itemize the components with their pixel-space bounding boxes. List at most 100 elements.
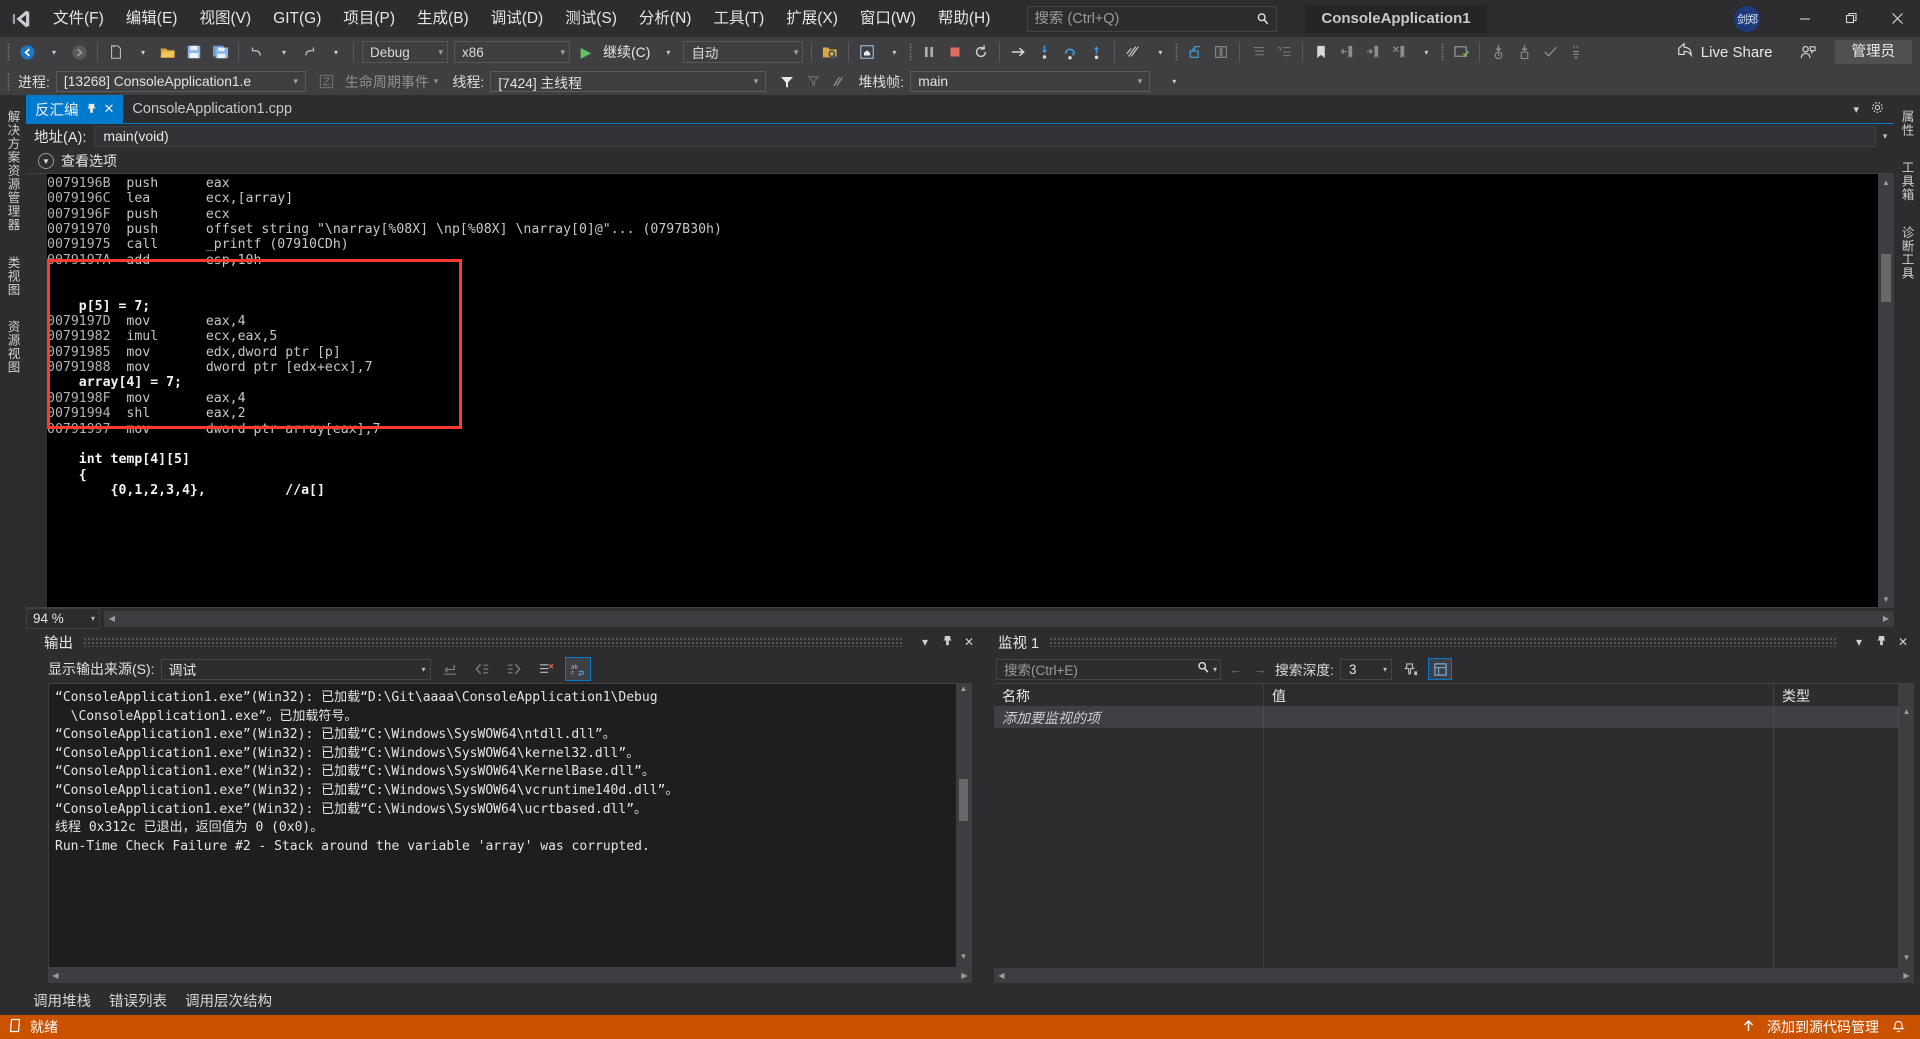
chevron-down-icon[interactable]: ▾ <box>1210 665 1217 674</box>
redo-dropdown[interactable]: ▾ <box>322 40 348 64</box>
scrollbar-thumb[interactable] <box>1881 254 1891 302</box>
find-in-files-icon[interactable] <box>817 40 843 64</box>
watch-horizontal-scrollbar[interactable]: ◀ ▶ <box>994 968 1914 983</box>
close-icon[interactable]: ✕ <box>958 635 980 649</box>
watch-type-cell[interactable] <box>1774 707 1899 728</box>
live-share-button[interactable]: Live Share <box>1666 42 1783 62</box>
scroll-left-icon[interactable]: ◀ <box>104 614 120 623</box>
panel-menu-chevron-icon[interactable]: ▾ <box>914 635 936 649</box>
scroll-right-icon[interactable]: ▶ <box>957 971 972 980</box>
clear-bookmarks-icon[interactable] <box>1386 40 1412 64</box>
solution-platform-combo[interactable]: x86 ▾ <box>454 41 570 63</box>
continue-button[interactable]: 继续(C) <box>599 42 654 62</box>
navigate-back-icon[interactable] <box>14 40 40 64</box>
menu-view[interactable]: 视图(V) <box>188 0 262 37</box>
continue-dropdown[interactable]: ▾ <box>654 40 680 64</box>
scroll-down-icon[interactable]: ▼ <box>1882 591 1890 607</box>
clear-all-icon[interactable] <box>533 657 559 681</box>
debugbar-grip[interactable] <box>4 71 14 93</box>
watch-vertical-scrollbar[interactable]: ▲ ▼ <box>1899 707 1914 968</box>
lifecycle-events-icon[interactable] <box>314 70 340 94</box>
scroll-up-icon[interactable]: ▲ <box>1882 174 1890 190</box>
rail-solution-explorer[interactable]: 解决方案资源管理器 <box>4 105 23 237</box>
navigate-back-dropdown[interactable]: ▾ <box>40 40 66 64</box>
pin-icon[interactable] <box>1870 635 1892 650</box>
watch-search-box[interactable]: 搜索(Ctrl+E) ▾ <box>996 658 1221 680</box>
continue-play-icon[interactable]: ▶ <box>573 40 599 64</box>
scrollbar-thumb[interactable] <box>959 779 968 821</box>
toolbar-grip-3[interactable] <box>1172 41 1182 63</box>
next-bookmark-icon[interactable] <box>1360 40 1386 64</box>
global-search-box[interactable] <box>1027 5 1278 32</box>
minimize-button[interactable] <box>1782 0 1828 37</box>
menu-debug[interactable]: 调试(D) <box>480 0 555 37</box>
new-file-dropdown[interactable]: ▾ <box>129 40 155 64</box>
tab-settings-gear-icon[interactable] <box>1871 101 1884 117</box>
scroll-down-icon[interactable]: ▼ <box>960 952 968 967</box>
word-wrap-icon[interactable]: ab c <box>564 657 591 681</box>
new-file-icon[interactable] <box>103 40 129 64</box>
search-input[interactable] <box>1034 10 1257 27</box>
bookmark-dropdown[interactable]: ▾ <box>1412 40 1438 64</box>
compare-files-icon[interactable] <box>1208 40 1234 64</box>
nav-back-icon[interactable]: ← <box>1227 661 1245 677</box>
step-into-icon[interactable] <box>1031 40 1057 64</box>
menu-git[interactable]: GIT(G) <box>262 0 332 37</box>
diagnostics-dropdown[interactable]: ▾ <box>1146 40 1172 64</box>
close-icon[interactable]: ✕ <box>104 101 115 117</box>
menu-window[interactable]: 窗口(W) <box>849 0 927 37</box>
manage-breakpoints-icon[interactable] <box>1448 40 1474 64</box>
scroll-down-icon[interactable]: ▼ <box>1903 953 1911 968</box>
output-text-area[interactable]: “ConsoleApplication1.exe”(Win32): 已加载“D:… <box>48 683 972 968</box>
arrow-up-icon[interactable] <box>1742 1019 1755 1036</box>
view-options-row[interactable]: ▼ 查看选项 <box>26 149 1894 174</box>
code-horizontal-scrollbar[interactable]: ◀ ▶ <box>104 610 1894 627</box>
nav-forward-icon[interactable]: → <box>1251 661 1269 677</box>
filter-threads-icon[interactable] <box>774 70 800 94</box>
output-vertical-scrollbar[interactable]: ▲ ▼ <box>956 684 971 967</box>
scroll-left-icon[interactable]: ◀ <box>994 971 1009 980</box>
process-combo[interactable]: [13268] ConsoleApplication1.e ▾ <box>55 71 306 92</box>
toolbar-grip[interactable] <box>4 41 14 63</box>
solution-configuration-combo[interactable]: Debug ▾ <box>362 41 448 63</box>
step-over-icon[interactable] <box>1057 40 1083 64</box>
output-source-select[interactable]: 调试 ▾ <box>160 658 431 680</box>
rail-properties[interactable]: 属性 <box>1898 105 1917 142</box>
show-next-statement-icon[interactable] <box>1005 40 1031 64</box>
save-all-icon[interactable] <box>207 40 233 64</box>
rail-diagnostic-tools[interactable]: 诊断工具 <box>1898 221 1917 285</box>
output-horizontal-scrollbar[interactable]: ◀ ▶ <box>48 968 972 983</box>
menu-edit[interactable]: 编辑(E) <box>115 0 189 37</box>
scroll-right-icon[interactable]: ▶ <box>1878 614 1894 623</box>
scroll-right-icon[interactable]: ▶ <box>1899 971 1914 980</box>
navigate-forward-icon[interactable] <box>66 40 92 64</box>
tab-call-stack[interactable]: 调用堆栈 <box>24 989 100 1015</box>
toggle-flag-icon[interactable] <box>826 70 852 94</box>
watch-value-cell[interactable] <box>1264 707 1774 728</box>
menu-help[interactable]: 帮助(H) <box>927 0 1002 37</box>
toolbar-grip-2[interactable] <box>906 41 916 63</box>
menu-extensions[interactable]: 扩展(X) <box>775 0 849 37</box>
column-header-name[interactable]: 名称 <box>994 684 1264 706</box>
comment-icon[interactable] <box>1271 40 1297 64</box>
scroll-up-icon[interactable]: ▲ <box>1903 707 1911 722</box>
chevron-down-icon[interactable]: ▾ <box>434 76 449 87</box>
check-icon[interactable] <box>1537 40 1563 64</box>
chevron-down-icon[interactable]: ▾ <box>1876 131 1894 142</box>
rail-class-view[interactable]: 类视图 <box>4 251 23 302</box>
source-control-label[interactable]: 添加到源代码管理 <box>1767 1017 1879 1037</box>
address-input[interactable]: main(void) <box>94 126 1876 147</box>
magnifier-icon[interactable] <box>1197 661 1210 677</box>
column-header-type[interactable]: 类型 <box>1774 684 1899 706</box>
home-dropdown[interactable]: ▾ <box>880 40 906 64</box>
tab-console-application-cpp[interactable]: ConsoleApplication1.cpp <box>123 95 302 123</box>
pin-icon[interactable] <box>936 635 958 650</box>
home-icon[interactable] <box>854 40 880 64</box>
pause-icon[interactable] <box>916 40 942 64</box>
share-person-icon[interactable] <box>1795 40 1821 64</box>
maximize-restore-button[interactable] <box>1828 0 1874 37</box>
watch-add-item-cell[interactable]: 添加要监视的项 <box>994 707 1264 728</box>
restart-icon[interactable] <box>968 40 994 64</box>
disassembly-code[interactable]: 0079196B push eax 0079196C lea ecx,[array… <box>47 174 1878 607</box>
save-icon[interactable] <box>181 40 207 64</box>
